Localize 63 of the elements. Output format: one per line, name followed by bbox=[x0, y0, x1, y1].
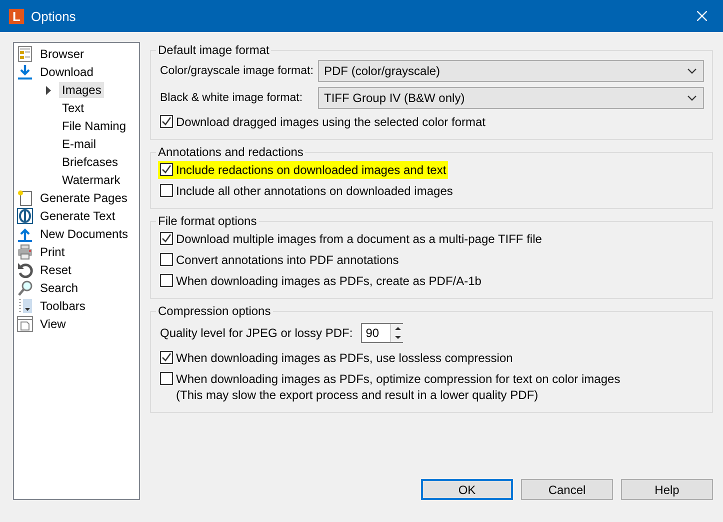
checkbox-label: Convert annotations into PDF annotations bbox=[176, 252, 399, 268]
tree-item[interactable]: Reset bbox=[37, 262, 74, 278]
quality-spinner[interactable]: 90 bbox=[360, 323, 403, 343]
browser-icon bbox=[17, 46, 33, 62]
checkbox-label: Include redactions on downloaded images and text bbox=[176, 162, 446, 178]
field-label: Quality level for JPEG or lossy PDF: bbox=[160, 326, 353, 340]
toolbar-icon bbox=[17, 298, 33, 314]
group-title: Default image format bbox=[157, 43, 270, 57]
checkbox[interactable] bbox=[160, 232, 173, 245]
field-label: Color/grayscale image format: bbox=[160, 65, 314, 77]
dialog-button[interactable]: Cancel bbox=[521, 479, 613, 500]
close-icon[interactable] bbox=[697, 11, 707, 21]
download-icon bbox=[17, 64, 33, 80]
checkbox-label: When downloading images as PDFs, optimize compression for text on color images bbox=[176, 371, 620, 387]
globe-icon bbox=[17, 208, 33, 224]
checkbox[interactable] bbox=[160, 253, 173, 266]
dialog-button[interactable]: OK bbox=[421, 479, 513, 500]
tree-item[interactable]: Generate Pages bbox=[37, 190, 130, 206]
tree-item[interactable]: View bbox=[37, 316, 69, 332]
checkbox-label: When downloading images as PDFs, create as PDF/A-1b bbox=[176, 273, 482, 289]
window-icon bbox=[17, 316, 33, 332]
field-label: Black & white image format: bbox=[160, 92, 304, 104]
checkbox[interactable] bbox=[160, 115, 173, 128]
tree-item[interactable]: Search bbox=[37, 280, 82, 296]
tree-item[interactable]: Toolbars bbox=[37, 298, 88, 314]
checkbox[interactable] bbox=[160, 274, 173, 287]
current-arrow-icon bbox=[46, 86, 50, 94]
checkbox[interactable] bbox=[160, 351, 173, 364]
tree-item[interactable]: Images bbox=[59, 82, 104, 98]
tree-item[interactable]: File Naming bbox=[59, 118, 130, 134]
caret-icon bbox=[687, 95, 697, 101]
tree-item[interactable]: E-mail bbox=[59, 136, 100, 152]
format-dropdown[interactable]: PDF (color/grayscale) bbox=[318, 60, 704, 82]
upload-icon bbox=[17, 226, 33, 242]
tree-item[interactable]: Text bbox=[59, 100, 88, 116]
group-title: Compression options bbox=[157, 304, 272, 318]
window-title: Options bbox=[31, 8, 77, 24]
checkbox-label: Include all other annotations on downloaded images bbox=[176, 183, 453, 199]
tree-item[interactable]: Generate Text bbox=[37, 208, 118, 224]
tree-item[interactable]: New Documents bbox=[37, 226, 132, 242]
tree-item[interactable]: Browser bbox=[37, 46, 88, 62]
checkbox-label: When downloading images as PDFs, use lossless compression bbox=[176, 350, 513, 366]
dialog-button[interactable]: Help bbox=[621, 479, 713, 500]
checkbox[interactable] bbox=[160, 184, 173, 197]
tree-item[interactable]: Download bbox=[37, 64, 96, 80]
page-icon bbox=[17, 190, 33, 206]
tree-item[interactable]: Watermark bbox=[59, 172, 124, 188]
checkbox[interactable] bbox=[160, 163, 173, 176]
undo-icon bbox=[17, 262, 33, 278]
checkbox[interactable] bbox=[160, 372, 173, 385]
search-icon bbox=[17, 280, 33, 296]
group-title: Annotations and redactions bbox=[157, 145, 304, 159]
caret-icon bbox=[687, 68, 697, 74]
tree-item[interactable]: Print bbox=[37, 244, 68, 260]
note-text: (This may slow the export process and result in a lower quality PDF) bbox=[176, 387, 540, 403]
tree-item[interactable]: Briefcases bbox=[59, 154, 122, 170]
checkbox-label: Download dragged images using the selected color format bbox=[176, 114, 486, 130]
checkbox-label: Download multiple images from a document as a multi-page TIFF file bbox=[176, 231, 542, 247]
quality-field[interactable]: 90 bbox=[362, 324, 390, 342]
app-logo: L bbox=[9, 8, 24, 24]
format-dropdown[interactable]: TIFF Group IV (B&W only) bbox=[318, 87, 704, 109]
printer-icon bbox=[17, 244, 33, 260]
group-title: File format options bbox=[157, 214, 258, 228]
